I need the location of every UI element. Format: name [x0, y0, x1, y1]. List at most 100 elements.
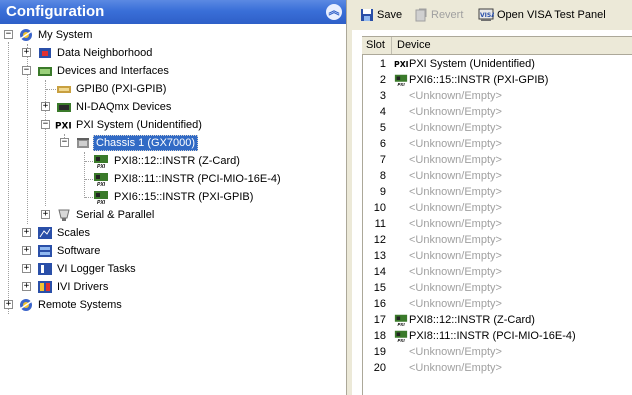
software-icon	[38, 245, 52, 257]
serial-port-icon	[58, 209, 70, 221]
save-label: Save	[377, 9, 403, 21]
chassis-icon	[77, 138, 89, 148]
device-name: <Unknown/Empty>	[409, 250, 502, 262]
table-row[interactable]: 17 PXI PXI8::12::INSTR (Z-Card)	[362, 312, 632, 328]
tree-label: PXI6::15::INSTR (PXI-GPIB)	[114, 191, 254, 203]
table-row[interactable]: 4 <Unknown/Empty>	[362, 104, 632, 120]
slot-number: 11	[374, 218, 386, 230]
tree-label: NI-DAQmx Devices	[76, 101, 172, 113]
device-name: PXI8::11::INSTR (PCI-MIO-16E-4)	[409, 330, 576, 342]
configuration-title-bar: Configuration ︽	[0, 0, 346, 24]
column-header-device[interactable]: Device	[393, 37, 431, 54]
table-row[interactable]: 2 PXI PXI6::15::INSTR (PXI-GPIB)	[362, 72, 632, 88]
slot-number: 6	[379, 138, 386, 150]
table-row[interactable]: 5 <Unknown/Empty>	[362, 120, 632, 136]
tree-line	[85, 197, 93, 198]
open-visa-test-panel-button[interactable]: VISA Open VISA Test Panel	[478, 6, 606, 24]
table-row[interactable]: 18 PXI PXI8::11::INSTR (PCI-MIO-16E-4)	[362, 328, 632, 344]
daqmx-icon	[57, 103, 71, 112]
tree-label: Serial & Parallel	[76, 209, 155, 221]
collapse-icon[interactable]: ︽	[326, 4, 342, 20]
gpib-icon	[57, 86, 71, 93]
table-row[interactable]: 13 <Unknown/Empty>	[362, 248, 632, 264]
tree-label: Scales	[57, 227, 91, 239]
device-name: <Unknown/Empty>	[409, 90, 502, 102]
revert-button[interactable]: Revert	[414, 6, 463, 24]
table-row[interactable]: 20 <Unknown/Empty>	[362, 360, 632, 376]
table-row[interactable]: 1 PXI PXI System (Unidentified)	[362, 56, 632, 72]
expand-toggle-icon[interactable]: +	[4, 300, 13, 309]
tree-label: PXI System (Unidentified)	[76, 119, 202, 131]
device-name: <Unknown/Empty>	[409, 154, 502, 166]
expand-toggle-icon[interactable]: +	[22, 228, 31, 237]
visa-icon: VISA	[478, 8, 494, 21]
slot-number: 7	[379, 154, 386, 166]
expand-toggle-icon[interactable]: +	[22, 48, 31, 57]
svg-text:VISA: VISA	[480, 12, 494, 19]
device-name: <Unknown/Empty>	[409, 218, 502, 230]
slot-number: 20	[373, 362, 386, 374]
device-name: <Unknown/Empty>	[409, 282, 502, 294]
pxi-card-icon: PXI	[394, 74, 408, 87]
svg-text:PXI: PXI	[394, 60, 408, 69]
table-row[interactable]: 7 <Unknown/Empty>	[362, 152, 632, 168]
tree-item-pxi8-12[interactable]: PXI PXI8::12::INSTR (Z-Card)	[0, 152, 340, 170]
table-row[interactable]: 16 <Unknown/Empty>	[362, 296, 632, 312]
ivi-drivers-icon	[38, 281, 52, 293]
tree-item-nidaqmx-devices[interactable]: + NI-DAQmx Devices	[0, 98, 340, 116]
expand-toggle-icon[interactable]: +	[41, 210, 50, 219]
save-button[interactable]: Save	[360, 6, 402, 24]
table-row[interactable]: 11 <Unknown/Empty>	[362, 216, 632, 232]
expand-toggle-icon[interactable]: +	[22, 264, 31, 273]
table-row[interactable]: 8 <Unknown/Empty>	[362, 168, 632, 184]
scales-icon	[38, 227, 52, 239]
svg-text:PXI: PXI	[398, 82, 406, 87]
table-row[interactable]: 15 <Unknown/Empty>	[362, 280, 632, 296]
svg-text:PXI: PXI	[398, 322, 406, 327]
table-row[interactable]: 10 <Unknown/Empty>	[362, 200, 632, 216]
slot-number: 13	[373, 250, 386, 262]
table-row[interactable]: 3 <Unknown/Empty>	[362, 88, 632, 104]
column-header-slot[interactable]: Slot	[362, 37, 392, 54]
toolbar: Save Revert VISA Open VISA Test Panel	[352, 0, 632, 30]
tree-item-my-system[interactable]: − My System	[0, 26, 340, 44]
table-row[interactable]: 6 <Unknown/Empty>	[362, 136, 632, 152]
collapse-toggle-icon[interactable]: −	[22, 66, 31, 75]
collapse-toggle-icon[interactable]: −	[4, 30, 13, 39]
device-name: <Unknown/Empty>	[409, 346, 502, 358]
tree-item-pxi6-15[interactable]: PXI PXI6::15::INSTR (PXI-GPIB)	[0, 188, 340, 206]
tree-item-pxi-system[interactable]: − PXI PXI System (Unidentified)	[0, 116, 340, 134]
expand-toggle-icon[interactable]: +	[22, 246, 31, 255]
slot-number: 3	[379, 90, 386, 102]
expand-toggle-icon[interactable]: +	[22, 282, 31, 291]
device-name: <Unknown/Empty>	[409, 186, 502, 198]
tree-item-serial-parallel[interactable]: + Serial & Parallel	[0, 206, 340, 224]
tree-item-vi-logger-tasks[interactable]: + VI Logger Tasks	[0, 260, 340, 278]
table-row[interactable]: 19 <Unknown/Empty>	[362, 344, 632, 360]
table-row[interactable]: 12 <Unknown/Empty>	[362, 232, 632, 248]
collapse-toggle-icon[interactable]: −	[41, 120, 50, 129]
tree-item-devices-and-interfaces[interactable]: − Devices and Interfaces	[0, 62, 340, 80]
device-name: <Unknown/Empty>	[409, 122, 502, 134]
tree-item-remote-systems[interactable]: + Remote Systems	[0, 296, 340, 314]
my-system-icon	[19, 29, 33, 41]
save-icon	[361, 9, 373, 21]
devices-icon	[38, 67, 52, 76]
table-row[interactable]: 14 <Unknown/Empty>	[362, 264, 632, 280]
tree-item-ivi-drivers[interactable]: + IVI Drivers	[0, 278, 340, 296]
tree-item-software[interactable]: + Software	[0, 242, 340, 260]
slot-number: 8	[379, 170, 386, 182]
expand-toggle-icon[interactable]: +	[41, 102, 50, 111]
tree-item-gpib0[interactable]: GPIB0 (PXI-GPIB)	[0, 80, 340, 98]
tree-item-pxi8-11[interactable]: PXI PXI8::11::INSTR (PCI-MIO-16E-4)	[0, 170, 340, 188]
device-name: <Unknown/Empty>	[409, 362, 502, 374]
tree-label: PXI8::12::INSTR (Z-Card)	[114, 155, 240, 167]
table-row[interactable]: 9 <Unknown/Empty>	[362, 184, 632, 200]
tree-item-data-neighborhood[interactable]: + Data Neighborhood	[0, 44, 340, 62]
collapse-toggle-icon[interactable]: −	[60, 138, 69, 147]
tree-label: Devices and Interfaces	[57, 65, 169, 77]
revert-icon	[415, 8, 427, 22]
tree-item-chassis-1[interactable]: − Chassis 1 (GX7000)	[0, 134, 340, 152]
tree-item-scales[interactable]: + Scales	[0, 224, 340, 242]
device-name: PXI6::15::INSTR (PXI-GPIB)	[409, 74, 549, 86]
